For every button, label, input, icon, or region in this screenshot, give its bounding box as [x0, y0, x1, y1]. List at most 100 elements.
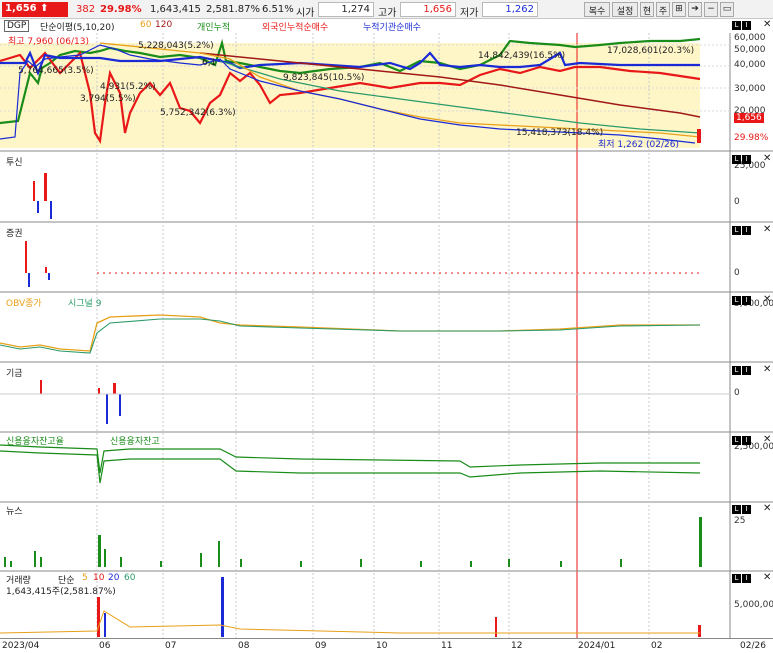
- panel1-tick-zero: 0: [734, 197, 740, 207]
- x-label-07: 07: [165, 641, 177, 651]
- y-tick-50000: 50,000: [734, 45, 766, 55]
- x-label-12: 12: [511, 641, 523, 651]
- top-toolbar: 1,656 ⬆ 382 29.98% 1,643,415 2,581.87% 6…: [0, 0, 773, 19]
- panel4-close-icon[interactable]: ✕: [763, 365, 772, 375]
- up-arrow-icon: ⬆: [40, 3, 49, 14]
- panel7-close-icon[interactable]: ✕: [763, 573, 772, 583]
- high-annotation: 최고 7,960 (06/13): [8, 37, 90, 47]
- x-label-08: 08: [238, 641, 250, 651]
- ma-120: 120: [155, 20, 173, 30]
- panel7-volume-text: 1,643,415주(2,581.87%): [6, 587, 116, 597]
- panel1-info-icon[interactable]: I: [742, 155, 751, 164]
- current-pct-tag: 29.98%: [734, 133, 769, 143]
- stock-code[interactable]: DGP: [4, 20, 30, 32]
- annotation-5: 5,752,342(6.3%): [160, 108, 236, 118]
- annotation-7: 14,842,439(16.5%): [478, 51, 566, 61]
- x-label-09: 09: [315, 641, 327, 651]
- current-price-tag: 1,656: [734, 113, 764, 123]
- panel6-info-icon[interactable]: I: [742, 505, 751, 514]
- panel7-lock-icon[interactable]: L: [732, 574, 741, 583]
- x-label-02-26: 02/26: [740, 641, 766, 651]
- settings-button[interactable]: 설정: [612, 2, 638, 17]
- multi-button[interactable]: 복수: [584, 2, 610, 17]
- low-field: 1,262: [482, 2, 538, 17]
- last-price-box: 1,656 ⬆: [2, 2, 68, 17]
- panel5-close-icon[interactable]: ✕: [763, 435, 772, 445]
- panel4-lock-icon[interactable]: L: [732, 366, 741, 375]
- panel7-ma-5: 5: [82, 573, 88, 583]
- y-tick-60000: 60,000: [734, 33, 766, 43]
- low-label: 저가: [460, 8, 479, 19]
- window-icon[interactable]: ▭: [720, 2, 734, 17]
- annotation-6: 9,823,845(10.5%): [283, 73, 365, 83]
- panel7-ma-20: 20: [108, 573, 120, 583]
- panel1-close-icon[interactable]: ✕: [763, 154, 772, 164]
- change-value: 382: [76, 4, 96, 15]
- ma-title: 단순이평(5,10,20): [40, 23, 115, 33]
- panel7-ma-10: 10: [93, 573, 105, 583]
- lock-icon[interactable]: L: [732, 21, 741, 30]
- volume-ratio: 2,581.87%: [206, 4, 261, 15]
- panel1-title: 투신: [6, 158, 23, 168]
- credit-rate-line: [0, 450, 701, 484]
- open-label: 시가: [296, 8, 315, 19]
- last-price: 1,656: [5, 3, 37, 14]
- individual-legend: 개인누적: [197, 23, 231, 33]
- panel5-info-icon[interactable]: I: [742, 436, 751, 445]
- obv-signal-line: [0, 318, 701, 354]
- volume-value: 1,643,415: [150, 4, 201, 15]
- y-tick-40000: 40,000: [734, 60, 766, 70]
- panel3-info-icon[interactable]: I: [742, 296, 751, 305]
- annotation-4: 3,794(5.5%): [80, 94, 136, 104]
- obv-line: [0, 314, 700, 352]
- panel5-lock-icon[interactable]: L: [732, 436, 741, 445]
- grid-icon[interactable]: ⊞: [672, 2, 686, 17]
- panel5-title: 신용융자잔고율: [6, 437, 64, 447]
- main-legend: DGP 단순이평(5,10,20) 60 120 개인누적 외국인누적순매수 누…: [0, 19, 773, 33]
- panel2-tick-zero: 0: [734, 268, 740, 278]
- panel4-bars: [40, 380, 121, 424]
- panel4-tick-zero: 0: [734, 388, 740, 398]
- panel6-lock-icon[interactable]: L: [732, 505, 741, 514]
- panel3-signal: 시그널 9: [68, 299, 102, 309]
- main-button[interactable]: 주: [656, 2, 670, 17]
- open-field: 1,274: [318, 2, 374, 17]
- panel6-close-icon[interactable]: ✕: [763, 504, 772, 514]
- panel2-close-icon[interactable]: ✕: [763, 225, 772, 235]
- panel2-title: 증권: [6, 229, 23, 239]
- x-axis: 2023/04 06 07 08 09 10 11 12 2024/01 02 …: [0, 638, 773, 653]
- x-label-06: 06: [99, 641, 111, 651]
- panel3-lock-icon[interactable]: L: [732, 296, 741, 305]
- arrow-icon[interactable]: ➔: [688, 2, 702, 17]
- x-label-11: 11: [441, 641, 453, 651]
- panel6-tick: 25: [734, 516, 746, 526]
- panel7-info-icon[interactable]: I: [742, 574, 751, 583]
- panel3-close-icon[interactable]: ✕: [763, 295, 772, 305]
- panel2-info-icon[interactable]: I: [742, 226, 751, 235]
- panel5-title2: 신용융자잔고: [110, 437, 160, 447]
- annotation-10: 6,1: [202, 58, 217, 68]
- panel6-title: 뉴스: [6, 507, 23, 517]
- x-label-10: 10: [376, 641, 388, 651]
- annotation-8: 17,028,601(20.3%): [607, 46, 695, 56]
- minus-icon[interactable]: −: [704, 2, 718, 17]
- x-label-2024-01: 2024/01: [578, 641, 616, 651]
- chart-canvas: [0, 33, 773, 638]
- panel2-lock-icon[interactable]: L: [732, 226, 741, 235]
- close-icon[interactable]: ✕: [763, 20, 772, 30]
- foreign-legend: 외국인누적순매수: [262, 23, 329, 33]
- current-button[interactable]: 현: [640, 2, 654, 17]
- institution-legend: 누적기관순매수: [363, 23, 421, 33]
- volume-bars: [97, 577, 701, 637]
- x-label-02: 02: [651, 641, 663, 651]
- y-tick-30000: 30,000: [734, 84, 766, 94]
- panel1-lock-icon[interactable]: L: [732, 155, 741, 164]
- panel7-tick: 5,000,000: [734, 600, 773, 610]
- panel3-title: OBV종가: [6, 299, 42, 309]
- panel4-info-icon[interactable]: I: [742, 366, 751, 375]
- high-label: 고가: [378, 8, 397, 19]
- info-icon[interactable]: I: [742, 21, 751, 30]
- annotation-2: 5,764,665(3.5%): [18, 66, 94, 76]
- change-percent: 29.98%: [100, 4, 142, 15]
- x-label-2023-04: 2023/04: [2, 641, 40, 651]
